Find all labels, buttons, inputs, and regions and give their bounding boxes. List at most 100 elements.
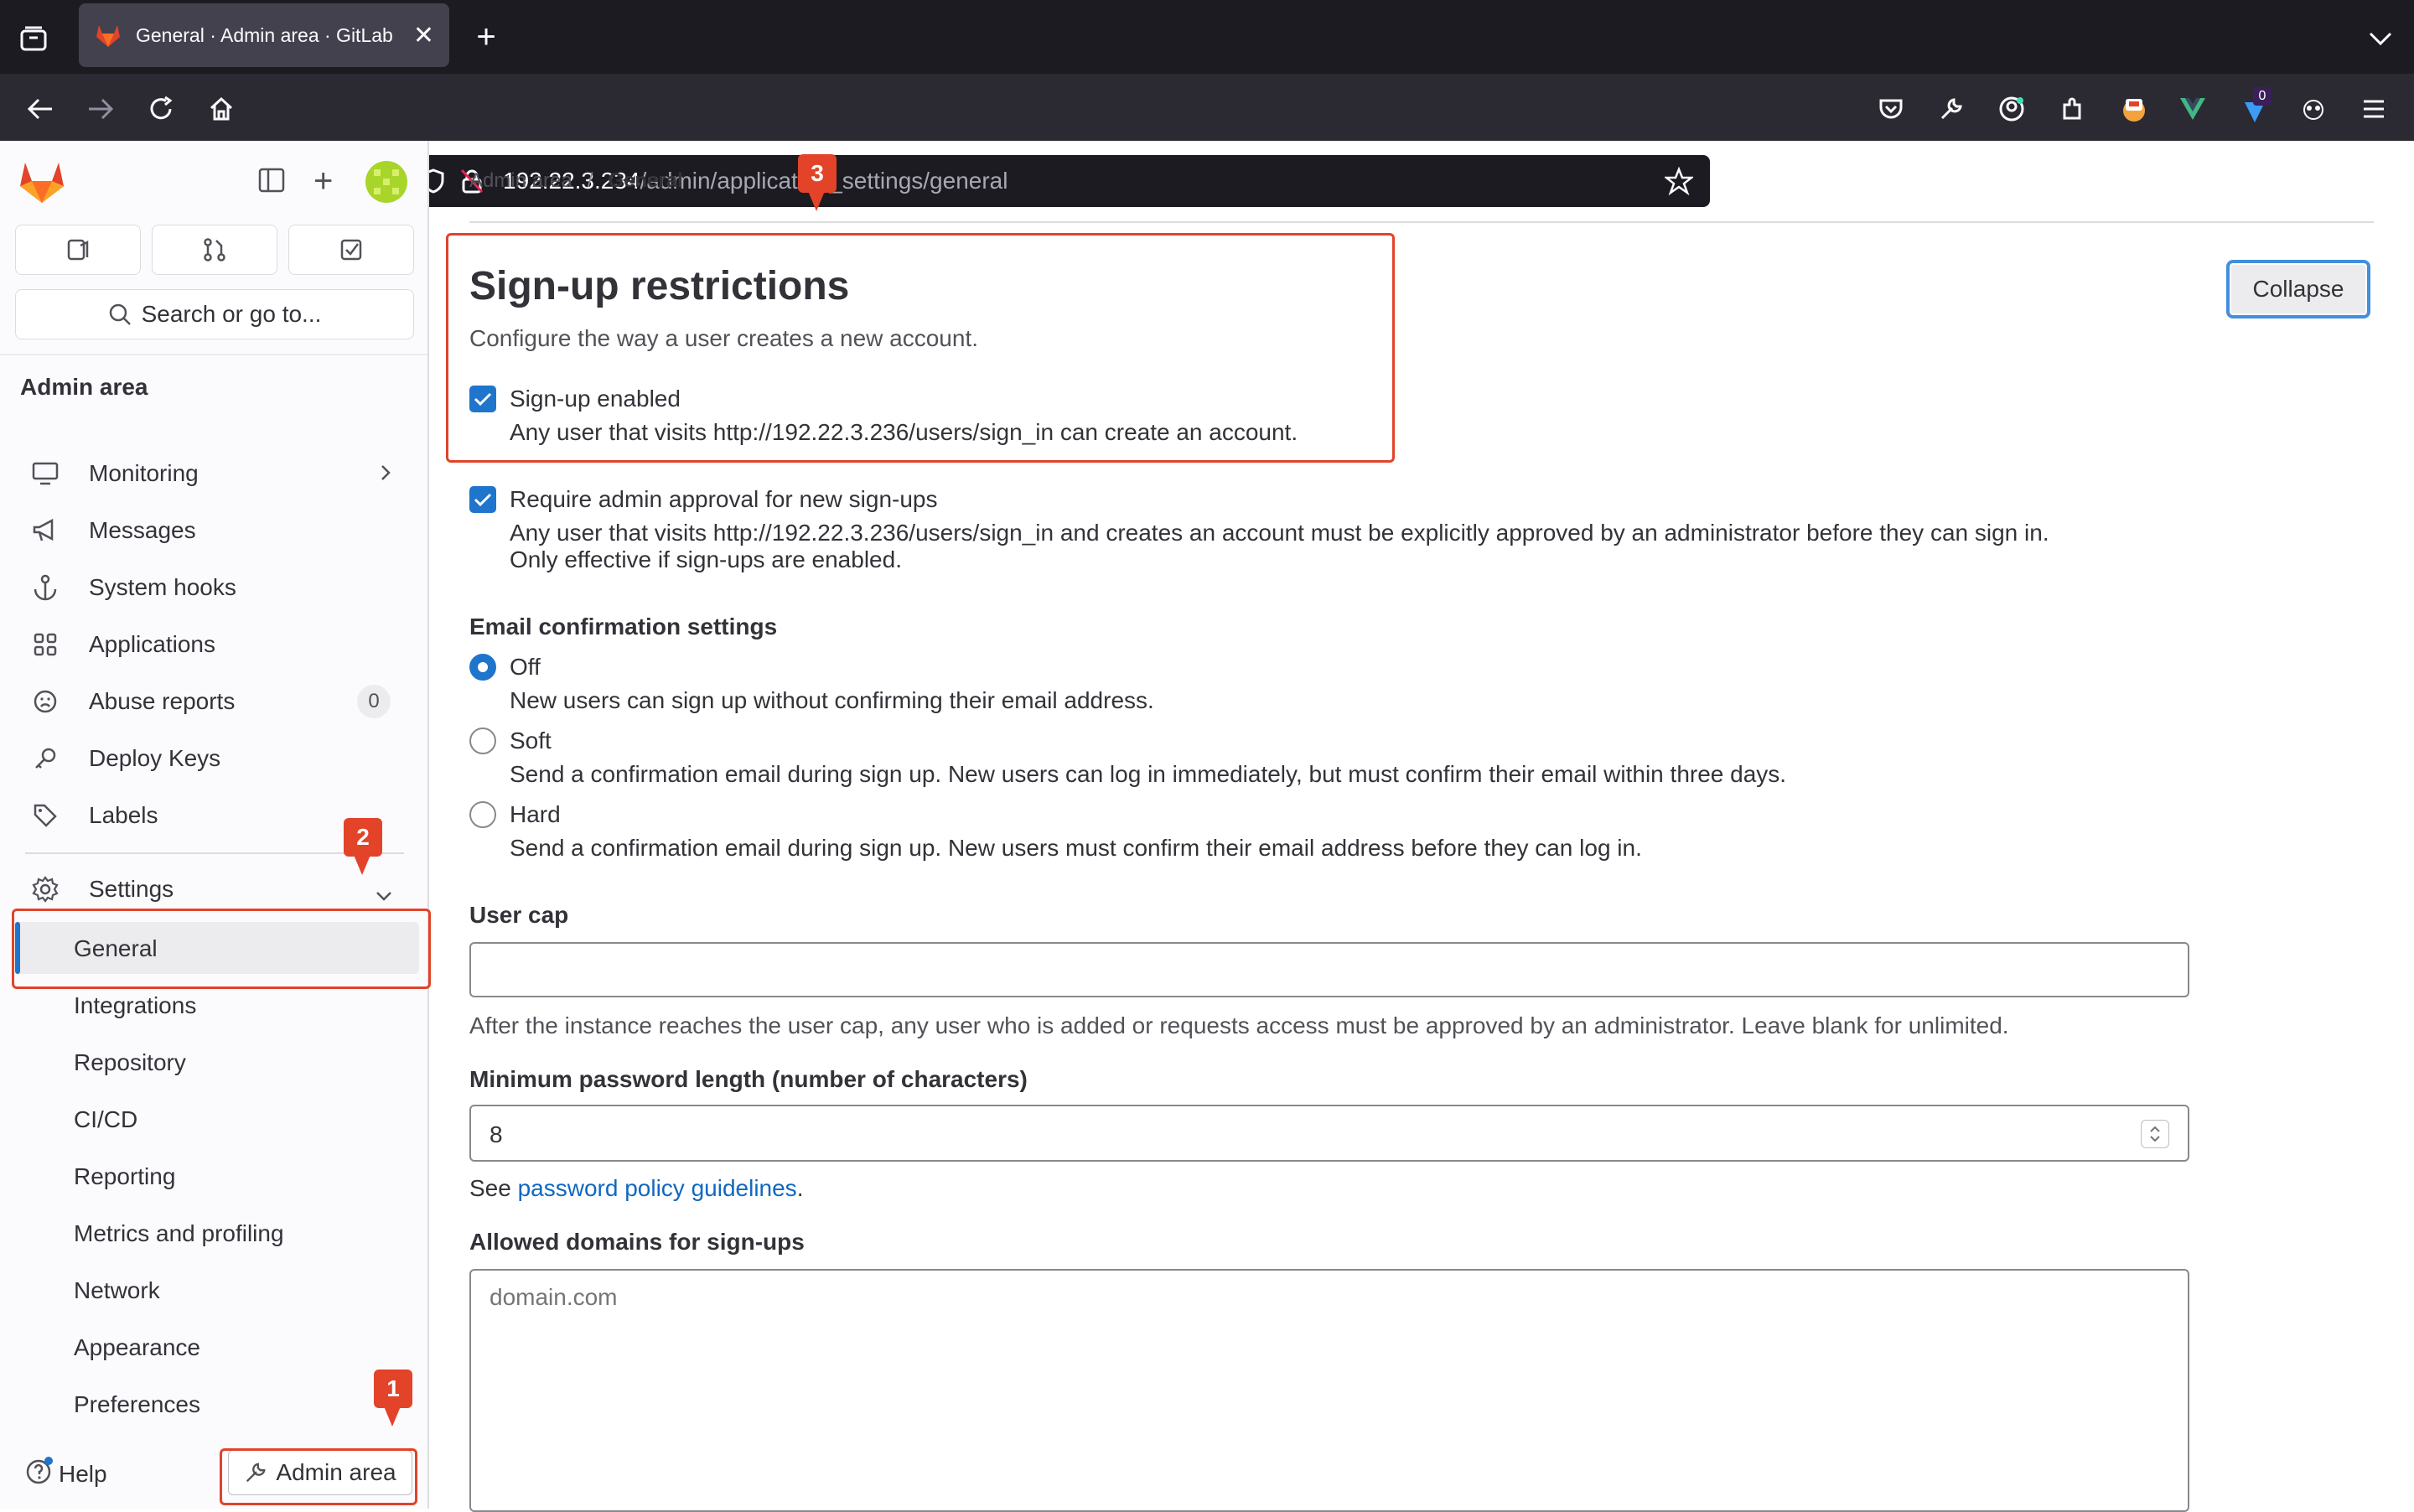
user-cap-input[interactable]: [469, 942, 2189, 997]
sidebar-section-title: Admin area: [20, 374, 148, 400]
create-new-icon[interactable]: +: [313, 164, 333, 198]
annotation-box-signup: [446, 233, 1395, 463]
back-icon[interactable]: [23, 92, 57, 126]
sidebar-subitem-metrics[interactable]: Metrics and profiling: [74, 1220, 284, 1247]
fox-extension-icon[interactable]: [2116, 91, 2152, 127]
gear-icon: [25, 876, 65, 903]
browser-tab-active[interactable]: General · Admin area · GitLab ✕: [79, 3, 449, 67]
wrench-icon[interactable]: [1935, 92, 1968, 126]
chevron-right-icon: [379, 461, 392, 490]
email-confirm-hard-help: Send a confirmation email during sign up…: [510, 835, 1642, 861]
account-icon[interactable]: [1995, 92, 2028, 126]
key-icon: [25, 746, 65, 771]
sidebar-item-label: Messages: [89, 517, 196, 543]
extension-badge-count: 0: [2253, 87, 2272, 106]
search-label: Search or go to...: [141, 301, 322, 327]
browser-tab-bar: General · Admin area · GitLab ✕ +: [0, 0, 2414, 74]
pocket-icon[interactable]: [1874, 92, 1908, 126]
divider: [469, 221, 2374, 223]
sidebar-item-label: Labels: [89, 802, 158, 828]
issues-button[interactable]: [15, 225, 141, 275]
sidebar-item-monitoring[interactable]: Monitoring: [15, 448, 414, 500]
allowed-domains-textarea[interactable]: [469, 1269, 2189, 1512]
new-tab-icon[interactable]: +: [469, 20, 503, 54]
sidebar-subitem-appearance[interactable]: Appearance: [74, 1334, 200, 1361]
user-cap-label: User cap: [469, 902, 569, 928]
min-password-help: See password policy guidelines.: [469, 1175, 803, 1202]
megaphone-icon: [25, 518, 65, 543]
sidebar-item-messages[interactable]: Messages: [15, 505, 414, 557]
breadcrumb-admin-area[interactable]: Admin area: [469, 169, 572, 193]
forward-icon[interactable]: [84, 92, 117, 126]
close-tab-icon[interactable]: ✕: [413, 21, 434, 50]
sidebar-toggle-icon[interactable]: [258, 168, 285, 197]
sidebar-item-label: Settings: [89, 876, 174, 902]
browser-nav-bar: 192.22.3.234/admin/application_settings/…: [0, 74, 2414, 207]
password-policy-link[interactable]: password policy guidelines: [518, 1175, 797, 1201]
sidebar-subitem-preferences[interactable]: Preferences: [74, 1391, 200, 1418]
email-confirm-off-radio[interactable]: [469, 654, 496, 681]
sidebar-item-label: Abuse reports: [89, 688, 236, 714]
gitlab-favicon-icon: [94, 21, 122, 49]
email-confirm-soft-help: Send a confirmation email during sign up…: [510, 761, 1787, 787]
email-confirm-soft-label[interactable]: Soft: [510, 728, 552, 754]
email-confirm-soft-radio[interactable]: [469, 728, 496, 754]
search-icon: [109, 303, 131, 325]
sidebar-item-abuse-reports[interactable]: Abuse reports 0: [15, 676, 414, 728]
email-confirm-hard-label[interactable]: Hard: [510, 801, 561, 828]
min-password-value: 8: [490, 1121, 503, 1147]
chevron-down-icon: [374, 882, 394, 909]
help-icon: [25, 1457, 54, 1491]
sidebar-subitem-network[interactable]: Network: [74, 1277, 160, 1304]
breadcrumb: Admin area / General: [469, 169, 683, 193]
collapse-button[interactable]: Collapse: [2226, 260, 2370, 318]
breadcrumb-general[interactable]: General: [608, 169, 682, 193]
gitlab-logo[interactable]: [18, 159, 65, 209]
annotation-box-general: [12, 909, 431, 989]
sidebar-subitem-cicd[interactable]: CI/CD: [74, 1106, 137, 1133]
panda-extension-icon[interactable]: [2297, 92, 2330, 126]
admin-approval-label[interactable]: Require admin approval for new sign-ups: [510, 486, 938, 513]
email-confirm-hard-radio[interactable]: [469, 801, 496, 828]
extensions-icon[interactable]: [2055, 92, 2089, 126]
avatar[interactable]: [365, 161, 407, 203]
sidebar-item-label: System hooks: [89, 574, 236, 600]
sidebar-subitem-integrations[interactable]: Integrations: [74, 992, 196, 1019]
help-button[interactable]: Help: [25, 1457, 107, 1491]
tab-list-icon[interactable]: [17, 22, 50, 55]
admin-approval-checkbox[interactable]: [469, 486, 496, 513]
sidebar-item-applications[interactable]: Applications: [15, 619, 414, 671]
help-suffix: .: [796, 1175, 804, 1201]
monitor-icon: [25, 462, 65, 485]
admin-approval-help: Any user that visits http://192.22.3.236…: [510, 520, 2049, 546]
sad-face-icon: [25, 689, 65, 714]
todos-button[interactable]: [288, 225, 414, 275]
annotation-marker-2: 2: [344, 818, 382, 875]
extension-badge-icon[interactable]: 0: [2236, 87, 2273, 127]
sidebar-item-system-hooks[interactable]: System hooks: [15, 562, 414, 614]
bookmark-star-icon[interactable]: [1663, 166, 1695, 201]
sidebar-subitem-repository[interactable]: Repository: [74, 1049, 186, 1076]
sidebar-item-deploy-keys[interactable]: Deploy Keys: [15, 733, 414, 784]
email-confirmation-title: Email confirmation settings: [469, 614, 778, 639]
min-password-input[interactable]: 8: [469, 1105, 2189, 1162]
breadcrumb-separator: /: [587, 169, 593, 192]
sidebar-item-label: Deploy Keys: [89, 745, 221, 771]
count-badge: 0: [357, 685, 391, 718]
email-confirm-off-label[interactable]: Off: [510, 654, 541, 681]
sidebar-subitem-reporting[interactable]: Reporting: [74, 1163, 175, 1190]
number-stepper[interactable]: [2141, 1120, 2169, 1148]
sidebar-item-label: Applications: [89, 631, 215, 657]
reload-icon[interactable]: [144, 92, 178, 126]
home-icon[interactable]: [205, 92, 238, 126]
annotation-marker-1: 1: [374, 1370, 412, 1427]
vue-devtools-icon[interactable]: [2176, 92, 2209, 126]
chevron-down-icon[interactable]: [2364, 22, 2397, 55]
merge-requests-button[interactable]: [152, 225, 277, 275]
search-input[interactable]: Search or go to...: [15, 289, 414, 339]
user-cap-help: After the instance reaches the user cap,…: [469, 1012, 2009, 1038]
label-tag-icon: [25, 803, 65, 828]
grid-icon: [25, 632, 65, 657]
hamburger-menu-icon[interactable]: [2357, 92, 2391, 126]
sidebar-item-label: Monitoring: [89, 460, 199, 486]
